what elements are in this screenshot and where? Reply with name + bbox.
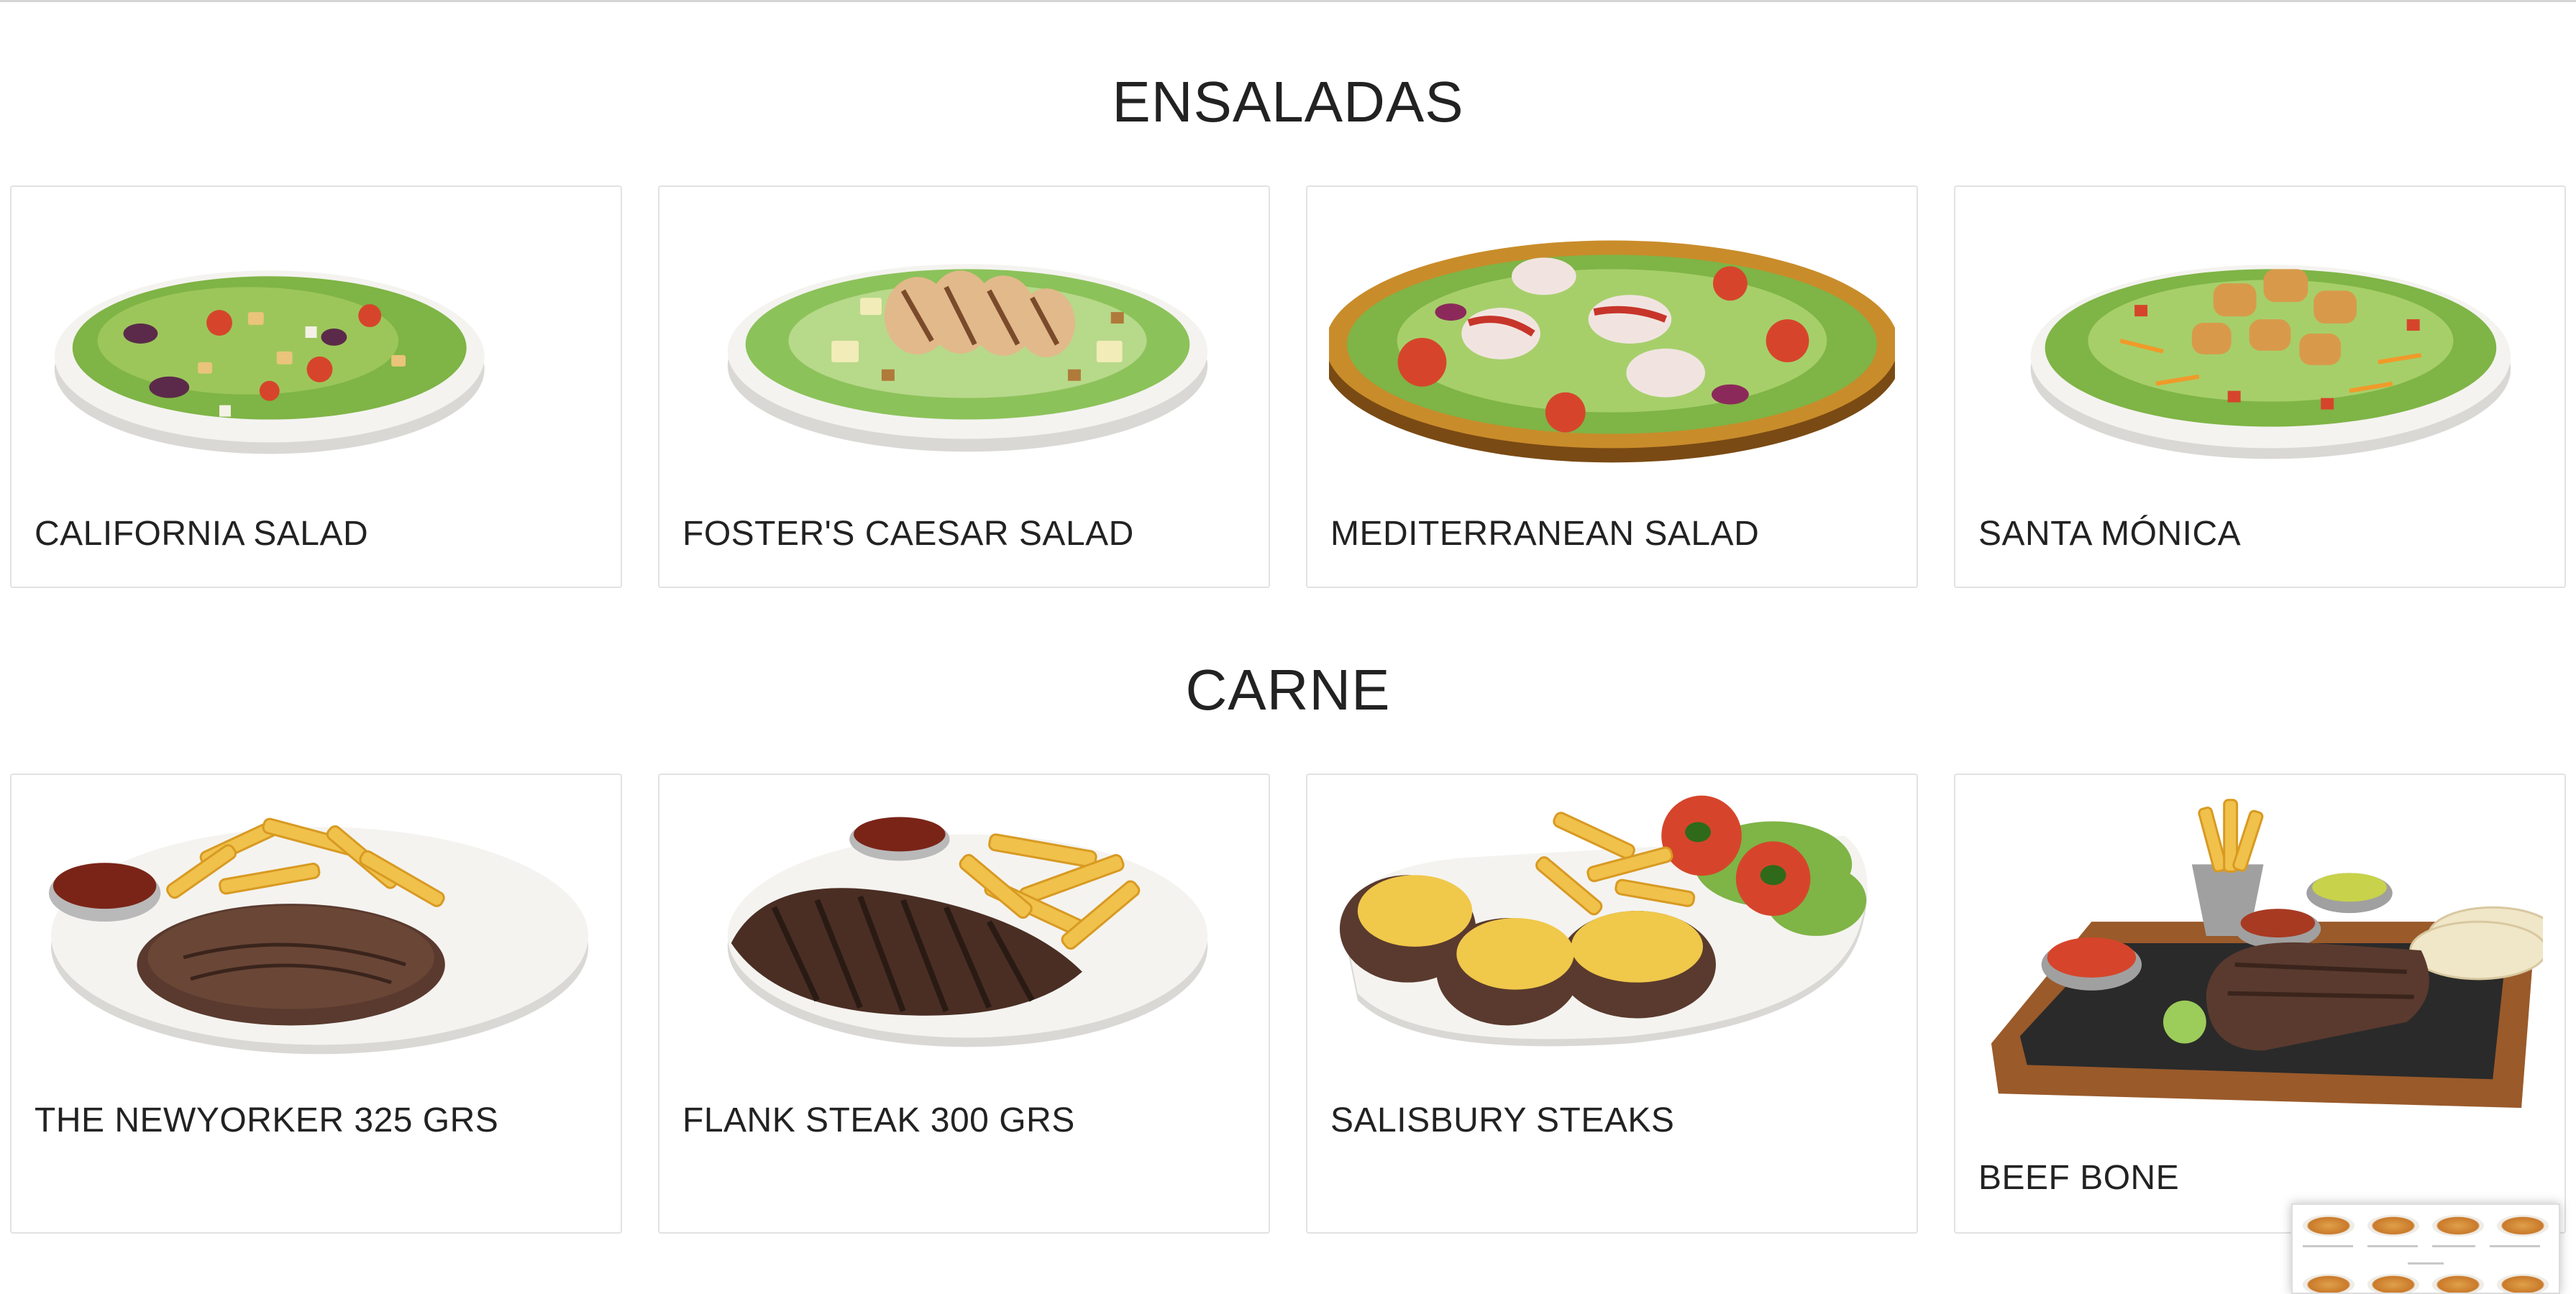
card-title: BEEF BONE <box>1978 1159 2180 1197</box>
meat-grid: THE NEWYORKER 325 GRS FLANK STEAK 300 GR… <box>10 774 2566 1234</box>
menu-card-salisbury-steaks[interactable]: SALISBURY STEAKS <box>1306 774 1918 1234</box>
section-title-carne: CARNE <box>1185 658 1391 722</box>
steak-fries-image <box>33 785 599 1058</box>
card-title: THE NEWYORKER 325 GRS <box>35 1101 499 1139</box>
flank-steak-image <box>681 785 1247 1058</box>
menu-card-the-newyorker[interactable]: THE NEWYORKER 325 GRS <box>10 774 622 1234</box>
section-title-ensaladas: ENSALADAS <box>1112 70 1464 134</box>
caesar-salad-image <box>681 197 1247 470</box>
menu-card-california-salad[interactable]: CALIFORNIA SALAD <box>10 185 622 588</box>
top-divider <box>0 0 2576 2</box>
card-title: CALIFORNIA SALAD <box>35 515 369 553</box>
beef-bone-board-image <box>1977 778 2543 1116</box>
card-title: SALISBURY STEAKS <box>1330 1101 1675 1139</box>
menu-card-flank-steak[interactable]: FLANK STEAK 300 GRS <box>658 774 1270 1234</box>
menu-card-caesar-salad[interactable]: FOSTER'S CAESAR SALAD <box>658 185 1270 588</box>
card-title: MEDITERRANEAN SALAD <box>1330 515 1760 553</box>
card-title: SANTA MÓNICA <box>1978 515 2242 553</box>
mediterranean-salad-image <box>1329 197 1895 470</box>
salads-grid: CALIFORNIA SALAD FOSTER'S CAESAR SALAD M… <box>10 185 2566 588</box>
salad-bowl-image <box>33 197 599 470</box>
card-title: FOSTER'S CAESAR SALAD <box>682 515 1134 553</box>
menu-card-santa-monica[interactable]: SANTA MÓNICA <box>1954 185 2566 588</box>
menu-preview-thumbnail[interactable] <box>2291 1203 2560 1294</box>
salisbury-steak-image <box>1329 785 1895 1058</box>
menu-card-mediterranean-salad[interactable]: MEDITERRANEAN SALAD <box>1306 185 1918 588</box>
card-title: FLANK STEAK 300 GRS <box>682 1101 1075 1139</box>
chicken-salad-image <box>1977 197 2543 470</box>
menu-card-beef-bone[interactable]: BEEF BONE <box>1954 774 2566 1234</box>
